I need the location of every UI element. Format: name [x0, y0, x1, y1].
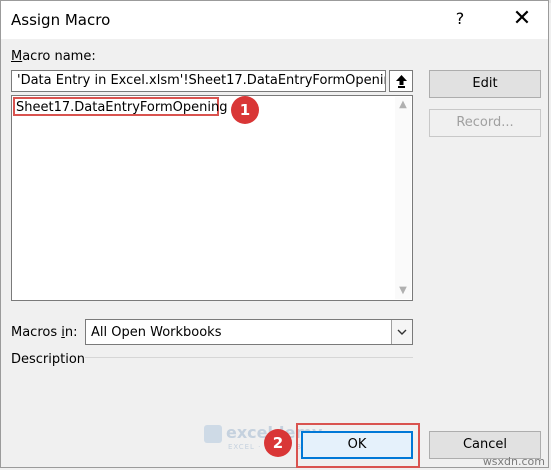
- watermark-logo-icon: [204, 424, 222, 443]
- macros-in-label: Macros in:: [11, 325, 78, 340]
- edit-button[interactable]: Edit: [429, 70, 541, 98]
- macro-list[interactable]: Sheet17.DataEntryFormOpening ▲ ▼: [11, 95, 413, 301]
- help-button[interactable]: ?: [450, 9, 470, 31]
- macros-in-select[interactable]: All Open Workbooks: [85, 319, 413, 345]
- list-item[interactable]: Sheet17.DataEntryFormOpening: [16, 100, 227, 115]
- collapse-dialog-button[interactable]: [389, 70, 413, 92]
- dialog-title: Assign Macro: [11, 11, 111, 29]
- description-label: Description: [11, 352, 86, 367]
- scroll-up-icon[interactable]: ▲: [395, 97, 411, 113]
- scroll-down-icon[interactable]: ▼: [395, 283, 411, 299]
- record-button[interactable]: Record...: [429, 109, 541, 137]
- description-divider: [85, 357, 413, 358]
- title-bar: Assign Macro ? ✕: [1, 1, 548, 39]
- close-button[interactable]: ✕: [510, 7, 534, 31]
- macro-name-label: Macro name:: [11, 49, 96, 64]
- macro-name-input[interactable]: 'Data Entry in Excel.xlsm'!Sheet17.DataE…: [11, 70, 386, 92]
- list-scrollbar[interactable]: ▲ ▼: [395, 97, 411, 299]
- macros-in-value: All Open Workbooks: [91, 325, 222, 340]
- upload-arrow-icon: [396, 75, 407, 88]
- chevron-down-icon: [397, 329, 407, 335]
- ok-button[interactable]: OK: [301, 431, 413, 459]
- dropdown-arrow[interactable]: [391, 320, 412, 344]
- step-badge-1: 1: [231, 96, 259, 124]
- corner-watermark: wsxdn.com: [482, 455, 545, 468]
- assign-macro-dialog: Assign Macro ? ✕ Macro name: 'Data Entry…: [0, 0, 549, 468]
- step-badge-2: 2: [264, 429, 292, 457]
